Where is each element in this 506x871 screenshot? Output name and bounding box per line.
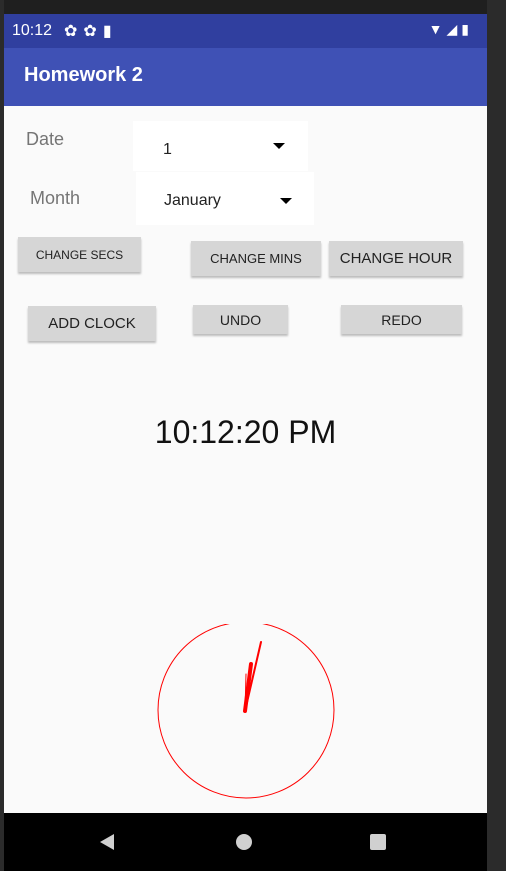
month-spinner-value: January [164, 192, 221, 209]
add-clock-button[interactable]: ADD CLOCK [28, 306, 156, 341]
phone-screen: 10:12 ✿✿▮ ▼◢▮ Homework 2 Date 1 Month Ja… [4, 14, 487, 871]
redo-button[interactable]: REDO [341, 305, 462, 334]
chevron-down-icon [280, 198, 292, 204]
status-time: 10:12 [12, 22, 53, 39]
device-edge-right [487, 0, 506, 871]
analog-clock [157, 624, 335, 799]
month-label: Month [30, 188, 81, 208]
gear-icon: ✿ [64, 23, 84, 40]
wifi-icon: ▼ [428, 21, 447, 37]
date-label: Date [26, 129, 65, 149]
chevron-down-icon [273, 143, 285, 149]
change-secs-button[interactable]: CHANGE SECS [18, 237, 141, 272]
app-title: Homework 2 [24, 64, 143, 86]
status-icons-left: ✿✿▮ [64, 21, 118, 41]
sd-card-icon: ▮ [102, 23, 118, 40]
date-spinner-value: 1 [163, 141, 172, 158]
change-hour-button[interactable]: CHANGE HOUR [329, 241, 463, 276]
digital-time: 10:12:20 PM [154, 414, 337, 450]
status-icons-right: ▼◢▮ [429, 21, 473, 38]
undo-button[interactable]: UNDO [193, 305, 288, 334]
home-icon[interactable] [236, 834, 252, 850]
gear-icon: ✿ [83, 23, 103, 40]
app-bar: Homework 2 [4, 48, 487, 106]
recents-icon[interactable] [370, 834, 386, 850]
date-spinner[interactable]: 1 [133, 121, 308, 171]
status-bar: 10:12 ✿✿▮ ▼◢▮ [4, 14, 487, 48]
back-icon[interactable] [100, 834, 114, 850]
change-mins-button[interactable]: CHANGE MINS [191, 241, 321, 276]
battery-icon: ▮ [461, 21, 473, 37]
navigation-bar [4, 813, 487, 871]
signal-icon: ◢ [446, 21, 462, 37]
month-spinner[interactable]: January [136, 172, 314, 225]
